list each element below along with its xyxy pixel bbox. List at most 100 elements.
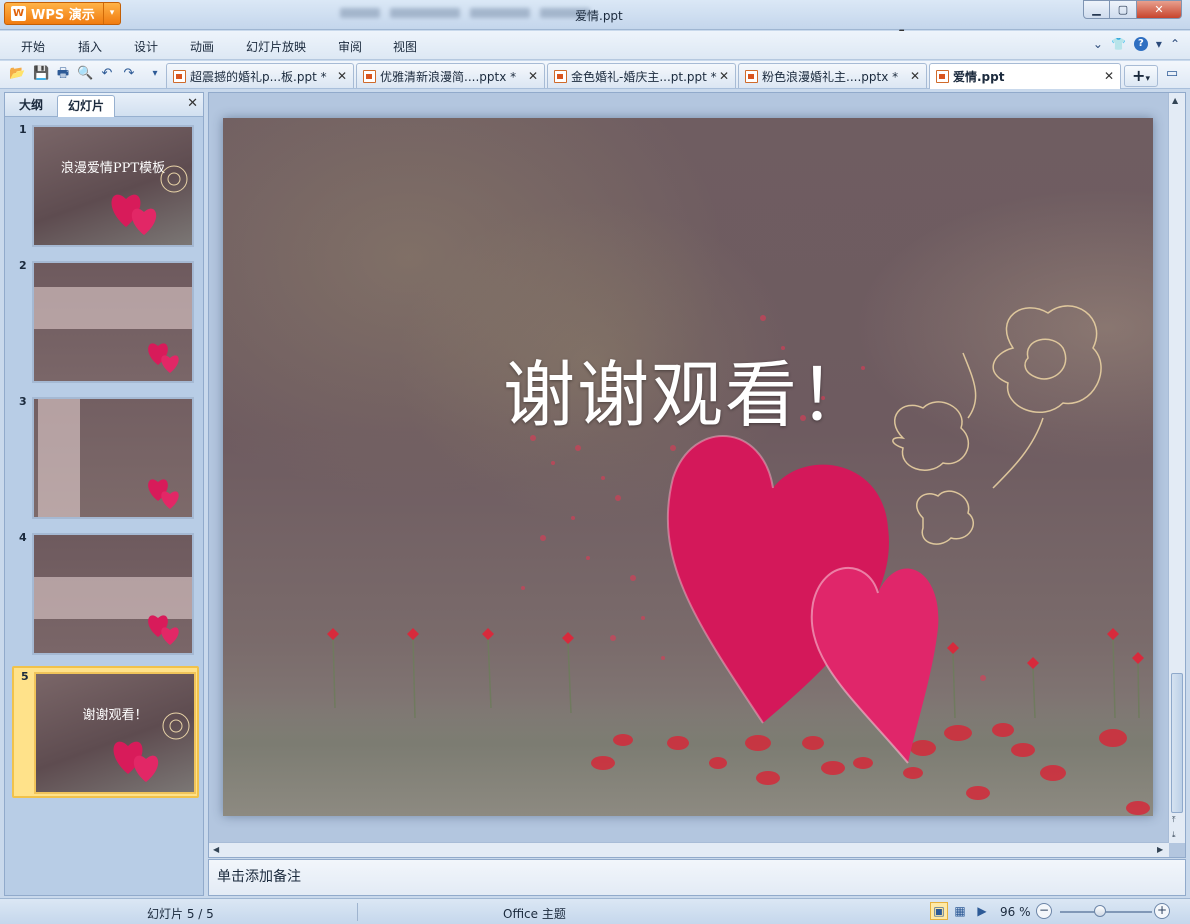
- scroll-right-icon[interactable]: ▶: [1157, 845, 1163, 854]
- scroll-up-icon[interactable]: ▲: [1172, 96, 1178, 105]
- wps-app-menu-button[interactable]: W WPS 演示 ▾: [4, 2, 121, 25]
- customize-toolbar-icon[interactable]: ▾: [147, 66, 163, 82]
- scrollbar-thumb[interactable]: [1171, 673, 1183, 813]
- slide-number: 2: [19, 259, 27, 272]
- slide-thumbnail-2[interactable]: 2: [12, 257, 199, 383]
- slide-thumbnail-image: [32, 261, 194, 383]
- doc-tab-3[interactable]: 金色婚礼-婚庆主...pt.ppt * ✕: [547, 63, 736, 88]
- notes-pane[interactable]: 单击添加备注: [208, 859, 1186, 896]
- slide-thumbnail-image: 谢谢观看！: [34, 672, 196, 794]
- slide-number: 1: [19, 123, 27, 136]
- slide-indicator: 幻灯片 5 / 5: [147, 907, 214, 921]
- menu-animation[interactable]: 动画: [190, 38, 214, 55]
- doc-tab-label: 超震撼的婚礼p...板.ppt *: [190, 69, 327, 84]
- doc-tab-4[interactable]: 粉色浪漫婚礼主....pptx * ✕: [738, 63, 927, 88]
- scroll-left-icon[interactable]: ◀: [213, 845, 219, 854]
- close-icon[interactable]: ✕: [1104, 69, 1114, 83]
- slide-thumbnail-image: [32, 397, 194, 519]
- ppt-file-icon: [745, 69, 758, 83]
- slide-sorter-view-icon[interactable]: ▦: [951, 902, 969, 920]
- help-icon[interactable]: ?: [1133, 37, 1148, 51]
- close-icon[interactable]: ✕: [337, 69, 347, 83]
- ppt-file-icon: [173, 69, 186, 83]
- minimize-button[interactable]: ▁: [1083, 0, 1110, 19]
- notes-placeholder[interactable]: 单击添加备注: [217, 866, 301, 886]
- slide-thumbnail-1[interactable]: 1 浪漫爱情PPT模板: [12, 121, 199, 247]
- slide-thumbnail-image: [32, 533, 194, 655]
- title-bar: W WPS 演示 ▾ 爱情.ppt ↖ ▁ ▢ ✕: [0, 0, 1190, 43]
- maximize-button[interactable]: ▢: [1110, 0, 1137, 19]
- print-icon[interactable]: 🖶: [55, 66, 71, 82]
- collapse-ribbon-icon[interactable]: ⌃: [1170, 37, 1180, 51]
- quick-toolbar: 📂 💾 🖶 🔍 ↶ ↷ ▾ 超震撼的婚礼p...板.ppt * ✕ 优雅清新浪漫…: [0, 61, 1190, 89]
- close-icon[interactable]: ✕: [187, 96, 198, 111]
- tab-list-icon[interactable]: ▭: [1164, 66, 1180, 82]
- zoom-slider-track[interactable]: [1060, 911, 1152, 913]
- save-icon[interactable]: 💾: [33, 66, 49, 82]
- print-preview-icon[interactable]: 🔍: [77, 66, 93, 82]
- menu-review[interactable]: 审阅: [338, 38, 362, 55]
- rose-outline-icon: [162, 712, 190, 740]
- slide-thumbnail-5[interactable]: 5 谢谢观看！: [12, 666, 199, 798]
- menu-bar: 开始 插入 设计 动画 幻灯片放映 审阅 视图 ⌄ 👕 ? ▾ ⌃: [0, 31, 1190, 60]
- chevron-down-icon[interactable]: ▾: [1145, 74, 1150, 84]
- window-title: 爱情.ppt: [575, 9, 623, 23]
- zoom-out-button[interactable]: −: [1036, 903, 1052, 919]
- doc-tab-2[interactable]: 优雅清新浪漫简....pptx * ✕: [356, 63, 545, 88]
- zoom-in-button[interactable]: +: [1154, 903, 1170, 919]
- slideshow-view-icon[interactable]: ▶: [973, 902, 991, 920]
- menu-start[interactable]: 开始: [21, 38, 45, 55]
- doc-tab-5-active[interactable]: 爱情.ppt ✕: [929, 63, 1121, 89]
- tab-outline[interactable]: 大纲: [9, 95, 53, 117]
- close-icon[interactable]: ✕: [528, 69, 538, 83]
- heart-icon: [148, 343, 179, 373]
- wps-logo-icon: W: [11, 6, 26, 21]
- status-divider: [357, 903, 358, 921]
- skin-shirt-icon[interactable]: 👕: [1111, 37, 1126, 51]
- slide-thumbnail-image: 浪漫爱情PPT模板: [32, 125, 194, 247]
- scroll-up-icon[interactable]: ⤒: [1172, 815, 1176, 825]
- ppt-file-icon: [936, 70, 949, 83]
- slide-thumbnail-3[interactable]: 3: [12, 393, 199, 519]
- menu-view[interactable]: 视图: [393, 38, 417, 55]
- normal-view-icon[interactable]: ▣: [930, 902, 948, 920]
- ppt-file-icon: [554, 69, 567, 83]
- slide-editor: 谢谢观看！ ▲ ⤒ ⤓ ◀ ▶: [208, 92, 1186, 858]
- slide-number: 3: [19, 395, 27, 408]
- menu-insert[interactable]: 插入: [78, 38, 102, 55]
- help-dropdown-icon[interactable]: ▾: [1156, 37, 1162, 51]
- open-folder-icon[interactable]: 📂: [9, 66, 25, 82]
- menu-slideshow[interactable]: 幻灯片放映: [246, 38, 306, 55]
- slide-number: 5: [21, 670, 29, 683]
- close-window-button[interactable]: ✕: [1137, 0, 1182, 19]
- doc-tab-label: 优雅清新浪漫简....pptx *: [380, 69, 517, 84]
- redo-icon[interactable]: ↷: [121, 66, 137, 82]
- doc-tab-label: 粉色浪漫婚礼主....pptx *: [762, 69, 899, 84]
- close-icon[interactable]: ✕: [910, 69, 920, 83]
- rose-outline-icon: [160, 165, 188, 193]
- zoom-slider-knob[interactable]: [1094, 905, 1106, 917]
- undo-icon[interactable]: ↶: [99, 66, 115, 82]
- current-slide[interactable]: 谢谢观看！: [223, 118, 1153, 816]
- slide-thumbnails-panel: 大纲 幻灯片 ✕ 1 浪漫爱情PPT模板 2 3 4 5 谢谢观看！: [4, 92, 204, 896]
- blurred-window-titles: [340, 8, 680, 22]
- slide-thumbnail-4[interactable]: 4: [12, 529, 199, 655]
- tab-slides[interactable]: 幻灯片: [57, 95, 116, 117]
- content-band: [38, 399, 80, 517]
- heart-icon: [666, 434, 939, 764]
- heart-icon: [148, 479, 179, 509]
- chevron-down-icon[interactable]: ⌄: [1093, 37, 1103, 51]
- slide-title[interactable]: 谢谢观看！: [223, 336, 1153, 441]
- scroll-down-icon[interactable]: ⤓: [1172, 830, 1176, 840]
- horizontal-scrollbar[interactable]: ◀ ▶: [209, 842, 1169, 857]
- menu-design[interactable]: 设计: [134, 38, 158, 55]
- content-band: [34, 287, 192, 329]
- theme-name: Office 主题: [503, 907, 566, 921]
- app-button-label: WPS 演示: [31, 8, 95, 23]
- close-icon[interactable]: ✕: [719, 69, 729, 83]
- vertical-scrollbar[interactable]: ▲ ⤒ ⤓: [1168, 93, 1185, 843]
- heart-icon: [148, 615, 179, 645]
- chevron-down-icon[interactable]: ▾: [103, 3, 120, 24]
- doc-tab-1[interactable]: 超震撼的婚礼p...板.ppt * ✕: [166, 63, 354, 88]
- new-tab-button[interactable]: +▾: [1124, 65, 1158, 87]
